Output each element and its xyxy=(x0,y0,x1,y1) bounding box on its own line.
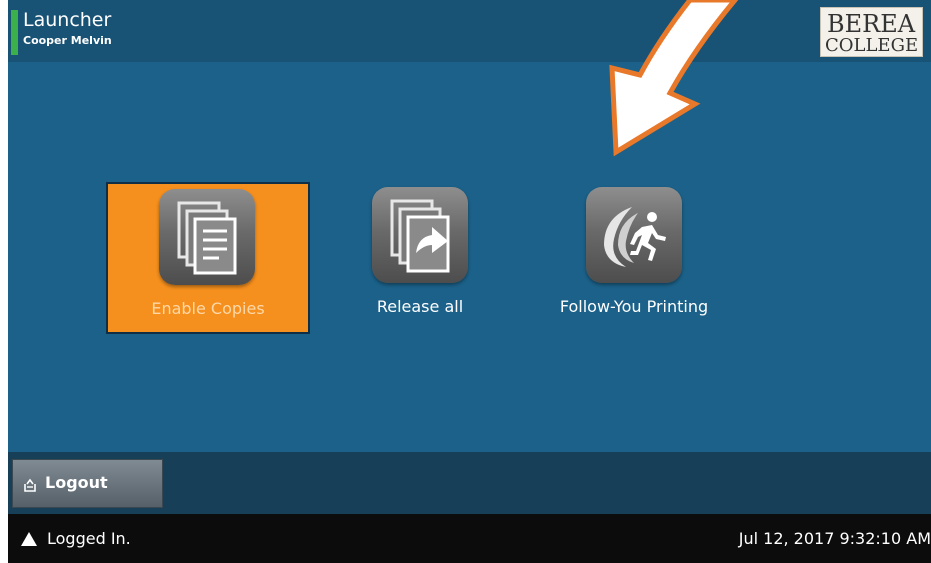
bottom-bar: Logout xyxy=(8,452,931,514)
header-bar: Launcher Cooper Melvin xyxy=(8,0,931,62)
logout-icon xyxy=(24,478,36,492)
tile-label-enable-copies: Enable Copies xyxy=(151,299,265,318)
copies-icon xyxy=(159,189,255,285)
tile-label-release-all: Release all xyxy=(376,297,464,316)
app-title: Launcher xyxy=(23,9,112,31)
tile-enable-copies[interactable]: Enable Copies xyxy=(106,182,310,334)
launcher-screen: Launcher Cooper Melvin Enable Copies Rel… xyxy=(8,0,931,563)
alert-triangle-icon xyxy=(21,532,37,546)
logout-button[interactable]: Logout xyxy=(12,459,163,508)
tile-follow-you-printing[interactable]: Follow-You Printing xyxy=(532,182,736,334)
status-bar: Logged In. Jul 12, 2017 9:32:10 AM xyxy=(8,514,931,563)
follow-you-printing-icon xyxy=(586,187,682,283)
user-name: Cooper Melvin xyxy=(23,34,112,47)
tile-label-follow-you-printing: Follow-You Printing xyxy=(559,297,709,316)
logo-line-1: BEREA xyxy=(827,10,916,38)
release-all-icon xyxy=(372,187,468,283)
status-indicator xyxy=(11,10,18,55)
datetime-display: Jul 12, 2017 9:32:10 AM xyxy=(738,529,931,548)
status-text: Logged In. xyxy=(47,529,131,548)
logout-label: Logout xyxy=(45,473,108,492)
berea-college-logo: BEREA COLLEGE xyxy=(820,7,923,57)
tile-release-all[interactable]: Release all xyxy=(318,182,522,334)
logo-line-2: COLLEGE xyxy=(825,35,919,56)
